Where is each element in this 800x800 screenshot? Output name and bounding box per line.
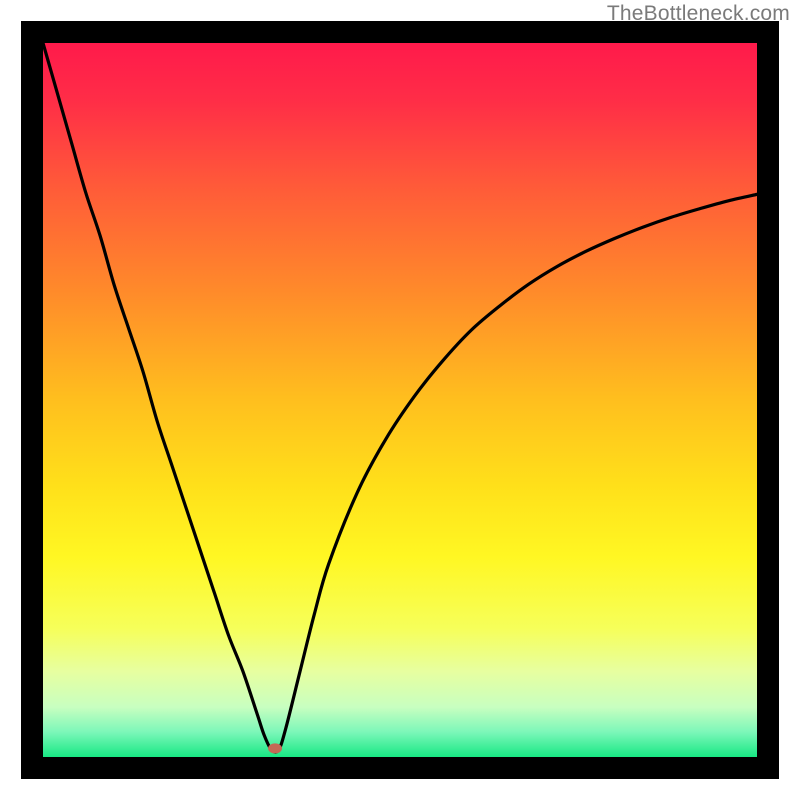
chart-outer-frame <box>21 21 779 779</box>
watermark-text: TheBottleneck.com <box>607 2 790 26</box>
bottleneck-point-marker <box>268 743 282 753</box>
chart-plot-area <box>43 43 757 757</box>
bottleneck-chart-svg <box>43 43 757 757</box>
